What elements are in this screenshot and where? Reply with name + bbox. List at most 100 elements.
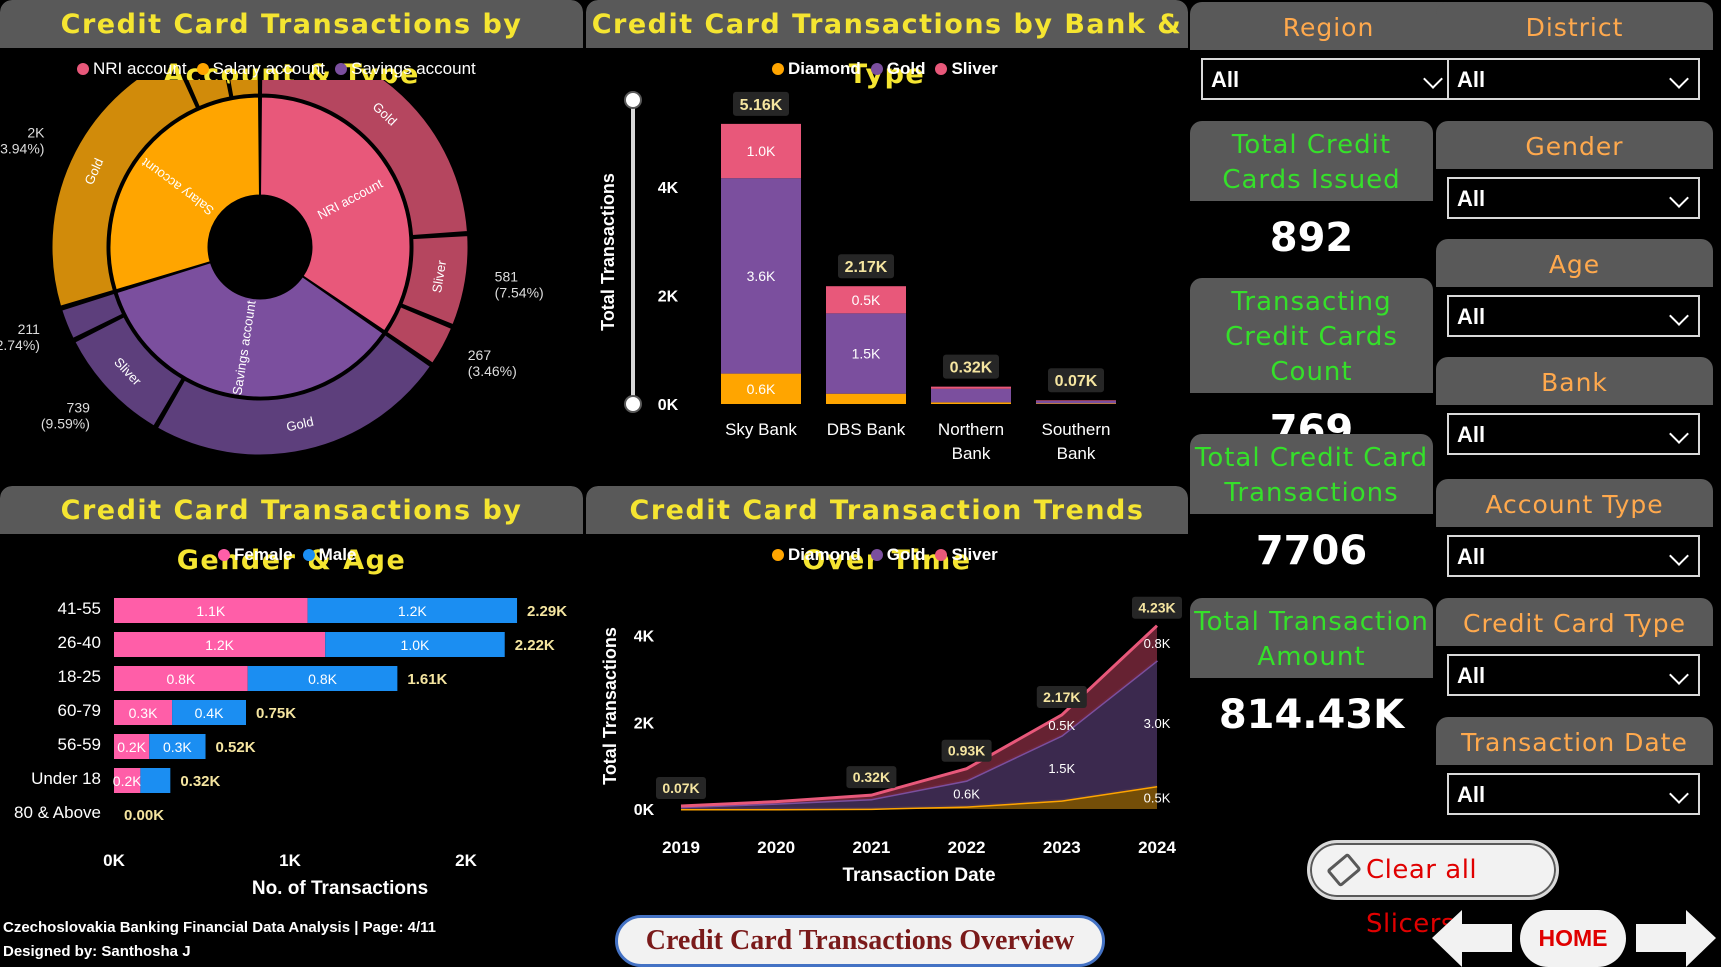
bar-total-label: 0.75K [256,705,296,722]
slicer-region[interactable]: Region All [1190,2,1467,120]
slicer-title: Age [1436,239,1713,287]
sunburst-pct-label: (3.46%) [468,363,517,379]
legend-label: Savings account [351,59,476,78]
slicer-age[interactable]: Age All [1436,239,1713,357]
slicer-title: Transaction Date [1436,717,1713,765]
slicer-dropdown[interactable]: All [1447,177,1700,219]
bar-segment [931,402,1011,404]
kpi-value: 814.43K [1218,692,1405,738]
footer-report-info: Czechoslovakia Banking Financial Data An… [3,919,436,936]
bank-type-panel: Credit Card Transactions by Bank & Type … [586,0,1188,480]
area-total-label: 0.93K [948,743,985,759]
account-type-title: Credit Card Transactions by Account & Ty… [0,0,583,90]
slicer-dropdown[interactable]: All [1447,58,1700,100]
slicer-dropdown[interactable]: All [1447,654,1700,696]
bar-total-label: 0.07K [1055,373,1098,390]
slicer-value: All [1457,782,1486,807]
legend-label: Gold [886,545,926,564]
legend-item-diamond: Diamond [772,59,861,79]
y-axis-label: Total Transactions [598,173,618,331]
chevron-down-icon [1669,424,1689,444]
legend-item-female: Female [218,545,293,565]
legend-label: Sliver [951,59,998,78]
bar-segment [1036,400,1116,401]
x-tick-label: 2023 [1043,838,1081,857]
y-tick-label: 56-59 [58,735,101,754]
bar-segment-label: 1.0K [401,637,430,653]
forward-arrow-icon[interactable] [1636,910,1716,967]
chevron-down-icon [1669,188,1689,208]
slicer-bank[interactable]: Bank All [1436,357,1713,475]
sunburst-pct-label: (9.59%) [41,415,90,431]
bar-segment [931,388,1011,403]
area-value-label: 0.6K [953,786,980,801]
y-tick-label: 80 & Above [14,803,101,822]
x-axis-label: No. of Transactions [252,878,428,899]
legend-item-nri: NRI account [77,59,187,79]
x-tick-label: 2020 [757,838,795,857]
bar-total-label: 1.61K [407,671,447,688]
sunburst-value-label: 739 [67,399,91,415]
sunburst-pct-label: (7.54%) [495,285,544,301]
slicer-credit-card-type[interactable]: Credit Card Type All [1436,598,1713,716]
area-total-label: 0.32K [853,769,890,785]
legend-item-savings: Savings account [335,59,476,79]
x-tick-label: Sky Bank [725,420,797,439]
bar-total-label: 0.00K [124,807,164,824]
sunburst-pct-label: (23.94%) [0,140,44,156]
gender-age-bar-chart[interactable]: 41-55 1.1K 1.2K 2.29K 26-40 1.2K 1.0K 2.22K 18-2… [0,566,583,906]
slicer-gender[interactable]: Gender All [1436,121,1713,239]
slicer-title: Region [1190,2,1467,50]
slicer-dropdown[interactable]: All [1447,413,1700,455]
slicer-dropdown[interactable]: All [1447,295,1700,337]
bar-total-label: 2.29K [527,603,567,620]
kpi-total-amount: Total Transaction Amount 814.43K [1190,598,1433,738]
slicer-title: Account Type [1436,479,1713,527]
slicer-dropdown[interactable]: All [1447,773,1700,815]
chevron-down-icon [1669,784,1689,804]
slider-handle [624,395,642,413]
x-tick-label: 2021 [852,838,890,857]
y-tick-label: 41-55 [58,599,101,618]
legend-label: Female [234,545,293,564]
clear-slicers-button[interactable]: Clear all Slicers [1307,840,1559,939]
page-title-banner: Credit Card Transactions Overview [615,915,1105,967]
back-arrow-icon[interactable] [1432,910,1512,967]
slicer-dropdown[interactable]: All [1201,58,1454,100]
diamond-dot [772,549,784,561]
legend-item-male: Male [302,545,357,565]
slicer-district[interactable]: District All [1436,2,1713,120]
sliver-dot [935,63,948,75]
eraser-icon [1326,852,1362,888]
bar-segment-label: 1.0K [747,143,776,159]
bar-segment-label: 0.3K [129,705,158,721]
legend-item-gold: Gold [870,545,926,565]
diamond-dot [772,63,784,75]
nri-dot [77,63,89,75]
bar-total-label: 5.16K [740,97,783,114]
slicer-transaction-date[interactable]: Transaction Date All [1436,717,1713,835]
slicer-dropdown[interactable]: All [1447,535,1700,577]
y-tick-label: 2K [634,715,655,732]
slicer-account-type[interactable]: Account Type All [1436,479,1713,597]
bar-segment-label: 0.6K [747,381,776,397]
bar-segment [140,768,171,793]
sunburst-value-label: 211 [18,321,41,337]
bar-segment-label: 0.5K [852,292,881,308]
trend-area-chart[interactable]: Total Transactions 0K 2K 4K 0.5K 0.6K 1.5K 3.0K… [586,566,1188,906]
bar-segment-label: 0.4K [195,705,224,721]
legend-label: NRI account [93,59,187,78]
bar-segment-label: 0.2K [113,773,142,789]
x-tick-label: Bank [952,444,991,463]
bar-segment-label: 0.8K [166,671,195,687]
gold-dot [870,63,883,75]
kpi-cards-issued: Total Credit Cards Issued 892 [1190,121,1433,261]
legend-item-sliver: Sliver [935,59,998,79]
chevron-down-icon [1669,306,1689,326]
sunburst-chart[interactable]: Gold2K(24.85%)Sliver581(7.54%)267(3.46%)… [0,80,583,480]
gender-age-title: Credit Card Transactions by Gender & Age [0,486,583,576]
bank-bar-chart[interactable]: Total Transactions 0K 2K 4K 0.6K 3.6K 1.0K 5.16… [586,80,1188,480]
home-button[interactable]: HOME [1520,910,1626,967]
area-value-label: 0.8K [1144,636,1171,651]
legend-label: Male [318,545,357,564]
